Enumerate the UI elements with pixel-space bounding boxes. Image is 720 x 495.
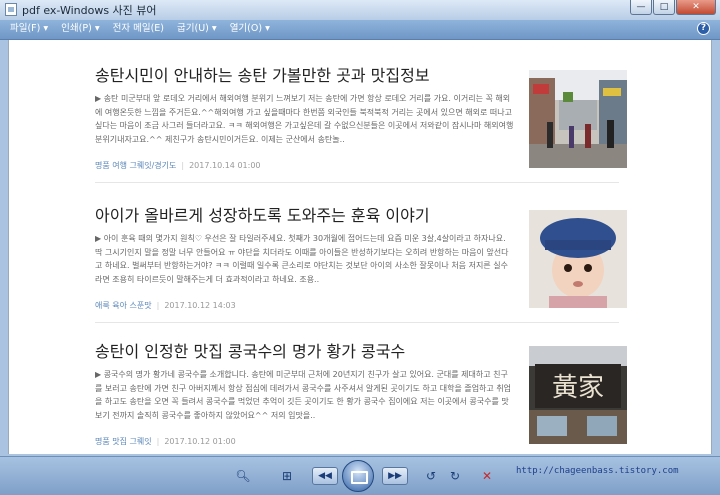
previous-button[interactable]: ◀◀ — [312, 467, 338, 485]
post-thumbnail-child[interactable] — [529, 210, 627, 308]
post-title[interactable]: 송탄시민이 안내하는 송탄 가볼만한 곳과 맛집정보 — [95, 62, 430, 86]
chevron-down-icon: ▾ — [43, 23, 49, 34]
chevron-down-icon: ▾ — [211, 23, 217, 34]
menu-email[interactable]: 전자 메일(E) — [113, 22, 164, 36]
menu-file-label: 파일(F) — [10, 23, 41, 34]
post-summary: ▶ 송탄 미군부대 앞 로데오 거리에서 해외여행 분위기 느껴보기 저는 송탄… — [95, 94, 514, 144]
menu-email-label: 전자 메일(E) — [112, 23, 165, 34]
menu-burn-label: 굽기(U) — [177, 23, 209, 34]
post-item[interactable]: 송탄이 인정한 맛집 콩국수의 명가 황가 콩국수 ▶ 콩국수의 명가 황가네 … — [95, 338, 627, 450]
app-icon — [5, 3, 17, 16]
post-item[interactable]: 아이가 올바르게 성장하도록 도와주는 훈육 이야기 ▶ 아이 훈육 때의 몇가… — [95, 202, 627, 314]
menu-open-label: 열기(O) — [229, 23, 263, 34]
menu-burn[interactable]: 굽기(U) ▾ — [177, 22, 217, 36]
post-date: 2017.10.12 14:03 — [164, 301, 236, 310]
child-photo — [529, 210, 627, 308]
post-summary: ▶ 아이 훈육 때의 몇가지 원칙♡ 우선은 잘 타일러주세요. 첫째가 30개… — [95, 234, 509, 284]
menu-bar: 파일(F) ▾ 인쇄(P) ▾ 전자 메일(E) 굽기(U) ▾ 열기(O) ▾… — [0, 20, 720, 40]
menu-print-label: 인쇄(P) — [61, 23, 92, 34]
post-date: 2017.10.14 01:00 — [189, 161, 261, 170]
fit-window-icon[interactable]: ⊞ — [276, 467, 298, 485]
street-photo — [529, 70, 627, 168]
chevron-down-icon: ▾ — [265, 23, 270, 34]
restaurant-sign-text: 黃家 — [552, 373, 604, 403]
post-thumbnail-street[interactable] — [529, 70, 627, 168]
chevron-down-icon: ▾ — [94, 23, 100, 34]
photo-viewer-window: pdf ex-Windows 사진 뷰어 — □ ✕ 파일(F) ▾ 인쇄(P)… — [0, 0, 720, 495]
menu-print[interactable]: 인쇄(P) ▾ — [61, 22, 99, 36]
title-bar: pdf ex-Windows 사진 뷰어 — □ ✕ — [0, 0, 720, 20]
minimize-button[interactable]: — — [630, 0, 652, 15]
slideshow-button[interactable] — [342, 460, 374, 492]
post-meta: 애룩 육아 스푼맛 | 2017.10.12 14:03 — [95, 301, 236, 310]
restaurant-sign-photo: 黃家 — [529, 346, 627, 444]
window-controls: — □ ✕ — [629, 0, 716, 18]
post-meta: 명품 맛집 그뤠잇 | 2017.10.12 01:00 — [95, 437, 236, 446]
rotate-cw-icon[interactable]: ↻ — [444, 467, 466, 485]
post-item[interactable]: 송탄시민이 안내하는 송탄 가볼만한 곳과 맛집정보 ▶ 송탄 미군부대 앞 로… — [95, 62, 627, 174]
delete-icon[interactable]: ✕ — [476, 467, 498, 485]
post-title[interactable]: 아이가 올바르게 성장하도록 도와주는 훈육 이야기 — [95, 202, 430, 226]
next-button[interactable]: ▶▶ — [382, 467, 408, 485]
maximize-button[interactable]: □ — [653, 0, 675, 15]
menu-open[interactable]: 열기(O) ▾ — [230, 22, 270, 36]
watermark-url: http://chageenbass.tistory.com — [516, 466, 679, 476]
post-thumbnail-restaurant[interactable]: 黃家 — [529, 346, 627, 444]
post-date: 2017.10.12 01:00 — [164, 437, 236, 446]
zoom-icon[interactable]: 🔍︎ — [232, 467, 254, 485]
window-title: pdf ex-Windows 사진 뷰어 — [22, 4, 157, 17]
viewer-toolbar: 🔍︎ ⊞ ◀◀ ▶▶ ↺ ↻ ✕ http://chageenbass.tist… — [0, 456, 720, 495]
rotate-ccw-icon[interactable]: ↺ — [420, 467, 442, 485]
close-button[interactable]: ✕ — [676, 0, 716, 15]
post-category[interactable]: 명품 여행 그뤠잇/경기도 — [95, 161, 176, 170]
post-category[interactable]: 명품 맛집 그뤠잇 — [95, 437, 152, 446]
post-divider — [95, 182, 619, 183]
post-meta: 명품 여행 그뤠잇/경기도 | 2017.10.14 01:00 — [95, 161, 261, 170]
image-viewport: 송탄시민이 안내하는 송탄 가볼만한 곳과 맛집정보 ▶ 송탄 미군부대 앞 로… — [8, 40, 712, 454]
help-icon[interactable]: ? — [697, 22, 710, 35]
post-category[interactable]: 애룩 육아 스푼맛 — [95, 301, 152, 310]
menu-file[interactable]: 파일(F) ▾ — [10, 22, 48, 36]
post-summary: ▶ 콩국수의 명가 황가네 콩국수를 소개합니다. 송탄에 미군부대 근처에 2… — [95, 370, 512, 420]
post-title[interactable]: 송탄이 인정한 맛집 콩국수의 명가 황가 콩국수 — [95, 338, 405, 362]
post-divider — [95, 322, 619, 323]
